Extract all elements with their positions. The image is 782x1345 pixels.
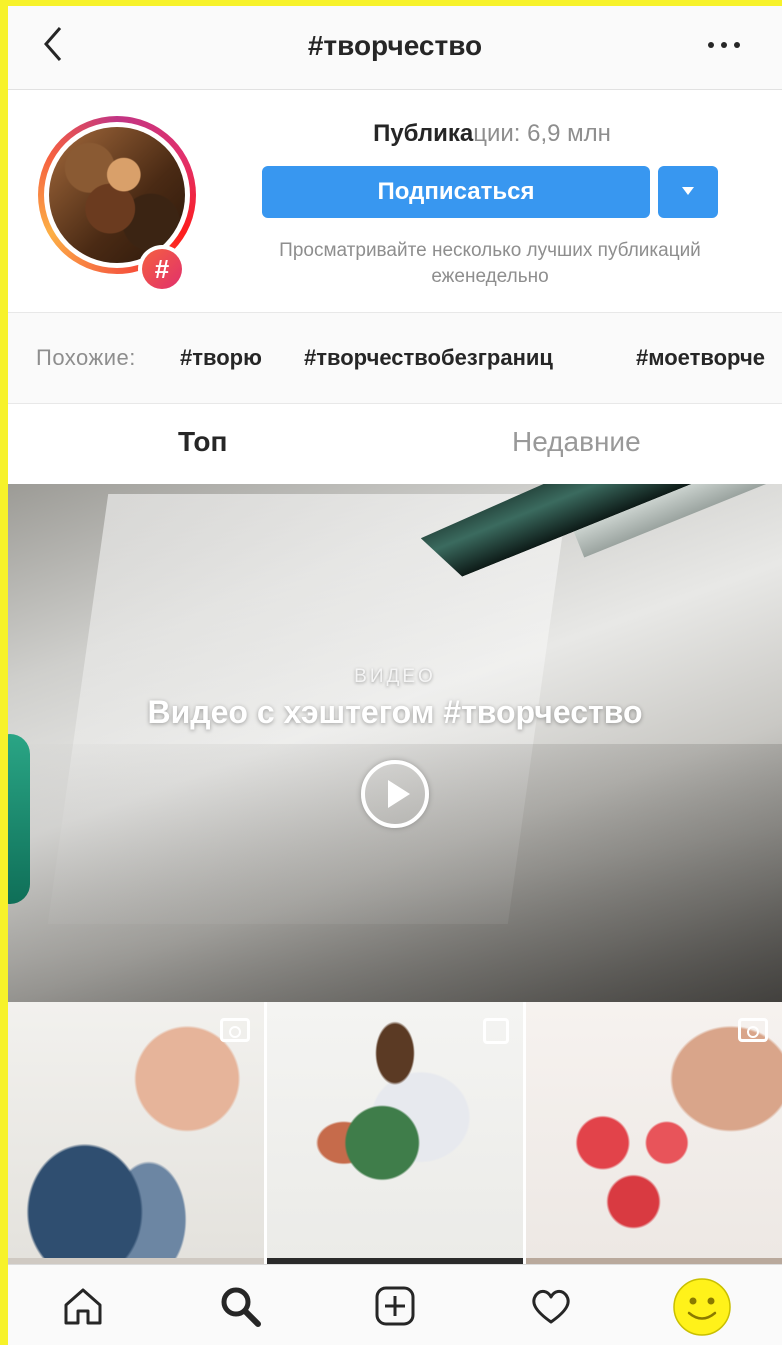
avatar-image <box>49 127 185 263</box>
nav-home[interactable] <box>60 1283 106 1329</box>
video-camera-icon <box>220 1018 250 1042</box>
nav-add[interactable] <box>372 1283 418 1329</box>
add-post-icon <box>375 1286 415 1326</box>
hashtag-header: # Публикации: 6,9 млн Подписаться Просма… <box>8 90 782 312</box>
related-hashtags: Похожие: #творю #творчествобезграниц #мо… <box>8 312 782 404</box>
video-title: Видео с хэштегом #творчество <box>147 694 643 730</box>
related-label: Похожие: <box>36 345 136 370</box>
posts-count-prefix: Публика <box>373 120 474 147</box>
subscribe-hint: Просматривайте несколько лучших публикац… <box>279 240 701 287</box>
multiple-photos-icon <box>483 1018 509 1044</box>
bottom-navigation <box>8 1264 782 1345</box>
heart-icon <box>532 1289 570 1324</box>
related-tag[interactable]: #творю <box>180 313 262 403</box>
hashtag-badge: # <box>138 245 186 293</box>
nav-activity[interactable] <box>528 1283 574 1329</box>
nav-profile[interactable] <box>672 1277 732 1337</box>
hashtag-icon: # <box>142 249 182 289</box>
page-title: #творчество <box>307 30 483 61</box>
tab-recent[interactable]: Недавние <box>512 426 641 458</box>
phone-screen: #творчество # Публикации: 6,9 млн Подпис… <box>8 6 782 1345</box>
grid-post[interactable] <box>8 1002 264 1258</box>
posts-count-suffix: ции: 6,9 млн <box>473 120 611 147</box>
more-options-button[interactable] <box>708 42 742 52</box>
video-kicker: ВИДЕО <box>354 666 436 687</box>
nav-search[interactable] <box>217 1283 263 1329</box>
related-tag[interactable]: #моетворче <box>636 313 765 403</box>
posts-grid <box>8 1002 782 1264</box>
video-camera-icon <box>738 1018 768 1042</box>
tab-top[interactable]: Топ <box>178 426 227 458</box>
more-horizontal-icon <box>708 42 714 48</box>
featured-video[interactable]: ВИДЕО Видео с хэштегом #творчество <box>8 484 782 1002</box>
top-bar: #творчество <box>8 6 782 90</box>
subscribe-dropdown-button[interactable] <box>658 166 718 218</box>
posts-count: Публикации: 6,9 млн <box>262 120 722 148</box>
grid-post[interactable] <box>267 1002 523 1258</box>
subscribe-button[interactable]: Подписаться <box>262 166 650 218</box>
grid-post[interactable] <box>526 1002 782 1258</box>
feed-tabs: Топ Недавние <box>8 404 782 484</box>
play-button[interactable] <box>361 760 429 828</box>
related-tag[interactable]: #творчествобезграниц <box>304 313 553 403</box>
smiley-avatar-icon <box>673 1278 731 1336</box>
home-icon <box>64 1288 102 1325</box>
search-icon <box>221 1287 261 1327</box>
